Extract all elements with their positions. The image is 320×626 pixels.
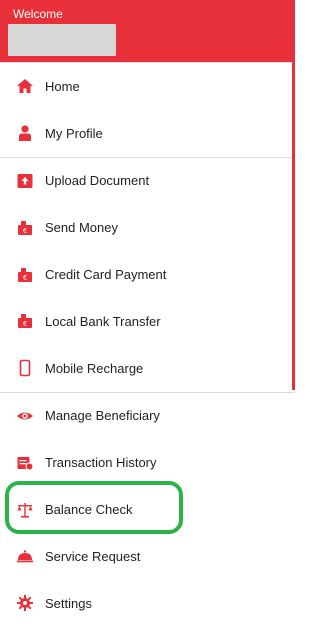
upload-document-icon xyxy=(16,172,34,190)
menu-item-manage-beneficiary[interactable]: Manage Beneficiary xyxy=(0,393,295,440)
mobile-icon xyxy=(16,359,34,377)
menu-item-label: Settings xyxy=(45,595,92,611)
menu-item-settings[interactable]: Settings xyxy=(0,580,295,626)
menu-item-label: My Profile xyxy=(45,125,103,141)
credit-card-icon: € xyxy=(16,266,34,284)
drawer-header: Welcome xyxy=(0,0,295,62)
menu-item-label: Manage Beneficiary xyxy=(45,408,160,424)
drawer-menu: Home My Profile Upload Document € Send M… xyxy=(0,62,295,626)
menu-item-label: Credit Card Payment xyxy=(45,267,167,283)
menu-item-label: Mobile Recharge xyxy=(45,360,144,376)
menu-item-mobile-recharge[interactable]: Mobile Recharge xyxy=(0,345,295,392)
home-icon xyxy=(16,77,34,95)
menu-item-label: Local Bank Transfer xyxy=(45,313,161,329)
menu-item-label: Transaction History xyxy=(45,455,157,471)
svg-text:€: € xyxy=(23,228,27,235)
menu-item-balance-check[interactable]: Balance Check xyxy=(0,486,295,533)
eye-icon xyxy=(16,407,34,425)
welcome-label: Welcome xyxy=(13,7,63,21)
history-icon xyxy=(16,454,34,472)
menu-item-label: Balance Check xyxy=(45,502,133,518)
menu-item-label: Home xyxy=(45,78,80,94)
menu-item-send-money[interactable]: € Send Money xyxy=(0,204,295,251)
menu-item-transaction-history[interactable]: Transaction History xyxy=(0,439,295,486)
gear-icon xyxy=(16,594,34,612)
person-icon xyxy=(16,124,34,142)
menu-item-label: Send Money xyxy=(45,220,118,236)
service-bell-icon xyxy=(16,547,34,565)
svg-text:€: € xyxy=(23,275,27,282)
menu-item-label: Service Request xyxy=(45,548,141,564)
menu-item-home[interactable]: Home xyxy=(0,63,295,110)
menu-item-service-request[interactable]: Service Request xyxy=(0,533,295,580)
menu-item-label: Upload Document xyxy=(45,173,150,189)
scale-icon xyxy=(16,501,34,519)
navigation-drawer: Welcome Home My Profile Upload Document xyxy=(0,0,295,626)
menu-item-local-bank-transfer[interactable]: € Local Bank Transfer xyxy=(0,298,295,345)
menu-item-credit-card-payment[interactable]: € Credit Card Payment xyxy=(0,251,295,298)
svg-text:€: € xyxy=(23,321,27,328)
menu-item-upload-document[interactable]: Upload Document xyxy=(0,158,295,205)
send-money-icon: € xyxy=(16,219,34,237)
user-name-redacted xyxy=(8,24,116,56)
menu-item-my-profile[interactable]: My Profile xyxy=(0,110,295,157)
bank-transfer-icon: € xyxy=(16,312,34,330)
